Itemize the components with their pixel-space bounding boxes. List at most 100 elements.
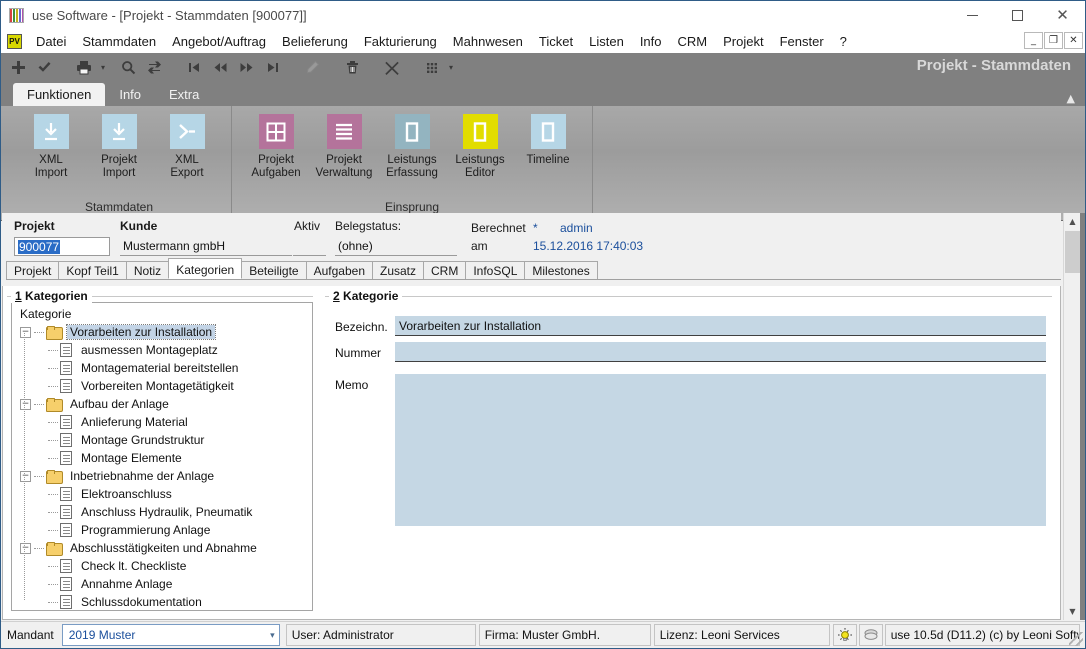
ribbon-button-timeline[interactable]: Timeline xyxy=(514,112,582,200)
delete-button[interactable] xyxy=(340,56,364,79)
ribbon-button-leistungs-editor[interactable]: Leistungs Editor xyxy=(446,112,514,200)
grid-dropdown[interactable]: ▾ xyxy=(445,56,457,79)
tree-item-node[interactable]: Anlieferung Material xyxy=(14,413,310,431)
ribbon-tab-info[interactable]: Info xyxy=(105,83,155,106)
disk-stack-icon[interactable] xyxy=(858,624,883,646)
memo-input[interactable] xyxy=(395,374,1046,526)
tree-folder-node[interactable]: − Inbetriebnahme der Anlage xyxy=(14,467,310,485)
aktiv-input[interactable] xyxy=(293,237,326,256)
menu-item-projekt[interactable]: Projekt xyxy=(715,32,771,51)
last-record-button[interactable] xyxy=(260,56,284,79)
menu-item-fakturierung[interactable]: Fakturierung xyxy=(356,32,445,51)
menu-item-info[interactable]: Info xyxy=(632,32,670,51)
grid-view-button[interactable] xyxy=(420,56,444,79)
print-button[interactable] xyxy=(72,56,96,79)
menu-item-stammdaten[interactable]: Stammdaten xyxy=(74,32,164,51)
tree-item-node[interactable]: ausmessen Montageplatz xyxy=(14,341,310,359)
tree-node-label: Programmierung Anlage xyxy=(81,523,211,537)
belegstatus-input[interactable]: (ohne) xyxy=(335,237,457,256)
tab-notiz[interactable]: Notiz xyxy=(125,261,170,279)
scrollbar-thumb[interactable] xyxy=(1065,231,1080,273)
tab-kategorien[interactable]: Kategorien xyxy=(168,258,243,279)
document-icon xyxy=(60,451,72,465)
cancel-button[interactable] xyxy=(380,56,404,79)
collapse-icon[interactable]: − xyxy=(20,326,31,338)
ribbon-button-projekt-verwaltung[interactable]: Projekt Verwaltung xyxy=(310,112,378,200)
menu-item-mahnwesen[interactable]: Mahnwesen xyxy=(445,32,531,51)
ribbon-button-projekt-import[interactable]: Projekt Import xyxy=(85,112,153,200)
tree-item-node[interactable]: Schlussdokumentation xyxy=(14,593,310,610)
tree-folder-node[interactable]: − Aufbau der Anlage xyxy=(14,395,310,413)
bezeichn-input[interactable]: Vorarbeiten zur Installation xyxy=(395,316,1046,336)
menu-item-ticket[interactable]: Ticket xyxy=(531,32,581,51)
mdi-minimize-button[interactable]: _ xyxy=(1024,32,1043,49)
scroll-up-icon[interactable]: ▲ xyxy=(1064,213,1081,230)
tree-item-node[interactable]: Annahme Anlage xyxy=(14,575,310,593)
tree-item-node[interactable]: Montage Grundstruktur xyxy=(14,431,310,449)
confirm-button[interactable] xyxy=(32,56,56,79)
menu-item-help[interactable]: ? xyxy=(832,32,855,51)
menu-item-fenster[interactable]: Fenster xyxy=(772,32,832,51)
mdi-restore-button[interactable]: ❐ xyxy=(1044,32,1063,49)
window-close-button[interactable]: ✕ xyxy=(1040,1,1085,30)
search-button[interactable] xyxy=(116,56,140,79)
previous-record-button[interactable] xyxy=(208,56,232,79)
tree-item-node[interactable]: Vorbereiten Montagetätigkeit xyxy=(14,377,310,395)
lightbulb-icon[interactable] xyxy=(832,624,857,646)
tab-milestones[interactable]: Milestones xyxy=(524,261,598,279)
window-maximize-button[interactable] xyxy=(995,1,1040,30)
berechnet-user: admin xyxy=(560,221,593,235)
form-vertical-scrollbar[interactable]: ▲ ▼ xyxy=(1063,213,1080,620)
grid-tiles-icon xyxy=(258,114,294,149)
resize-grip[interactable] xyxy=(1069,632,1083,646)
ribbon-button-xml-import[interactable]: XML Import xyxy=(17,112,85,200)
menu-item-crm[interactable]: CRM xyxy=(670,32,716,51)
menu-item-datei[interactable]: Datei xyxy=(28,32,74,51)
collapse-icon[interactable]: − xyxy=(20,542,31,554)
tab-zusatz[interactable]: Zusatz xyxy=(372,261,425,279)
chevron-up-icon[interactable]: ▲ xyxy=(1067,92,1075,105)
menu-item-belieferung[interactable]: Belieferung xyxy=(274,32,356,51)
nummer-input[interactable] xyxy=(395,342,1046,362)
mandant-select[interactable]: 2019 Muster ▾ xyxy=(61,624,280,647)
ribbon-button-leistungs-erfassung[interactable]: Leistungs Erfassung xyxy=(378,112,446,200)
tab-crm[interactable]: CRM xyxy=(423,261,467,279)
menu-item-listen[interactable]: Listen xyxy=(581,32,632,51)
collapse-icon[interactable]: − xyxy=(20,470,31,482)
new-record-button[interactable] xyxy=(6,56,30,79)
tab-beteiligte[interactable]: Beteiligte xyxy=(241,261,307,279)
menu-item-angebot-auftrag[interactable]: Angebot/Auftrag xyxy=(164,32,274,51)
tree-folder-node[interactable]: − Vorarbeiten zur Installation xyxy=(14,323,310,341)
tab-infosql[interactable]: InfoSQL xyxy=(465,261,526,279)
ribbon-button-projekt-aufgaben[interactable]: Projekt Aufgaben xyxy=(242,112,310,200)
tab-projekt[interactable]: Projekt xyxy=(6,261,60,279)
chevron-down-icon[interactable]: ▾ xyxy=(270,625,275,647)
ribbon-tab-funktionen[interactable]: Funktionen xyxy=(13,83,106,106)
refresh-button[interactable] xyxy=(142,56,166,79)
window-minimize-button[interactable] xyxy=(950,1,995,30)
scrollbar-track[interactable] xyxy=(1064,230,1080,603)
tree-item-node[interactable]: Check lt. Checkliste xyxy=(14,557,310,575)
tree-item-node[interactable]: Montagematerial bereitstellen xyxy=(14,359,310,377)
projekt-input[interactable]: 900077 xyxy=(14,237,110,256)
kunde-input[interactable]: Mustermann gmbH xyxy=(120,237,292,256)
category-tree[interactable]: Kategorie − Vorarbeiten zur Installation a… xyxy=(11,302,313,611)
mdi-close-button[interactable]: ✕ xyxy=(1064,32,1083,49)
first-record-button[interactable] xyxy=(182,56,206,79)
tree-item-node[interactable]: Montage Elemente xyxy=(14,449,310,467)
print-dropdown[interactable]: ▾ xyxy=(97,56,109,79)
edit-button[interactable] xyxy=(300,56,324,79)
tab-aufgaben[interactable]: Aufgaben xyxy=(305,261,373,279)
next-record-button[interactable] xyxy=(234,56,258,79)
tree-item-node[interactable]: Programmierung Anlage xyxy=(14,521,310,539)
tree-item-node[interactable]: Anschluss Hydraulik, Pneumatik xyxy=(14,503,310,521)
ribbon-tab-extra[interactable]: Extra xyxy=(155,83,213,106)
scroll-down-icon[interactable]: ▼ xyxy=(1064,603,1081,620)
statusbar: Mandant 2019 Muster ▾ User: Administrato… xyxy=(1,621,1085,648)
tree-folder-node[interactable]: − Abschlusstätigkeiten und Abnahme xyxy=(14,539,310,557)
tree-item-node[interactable]: Elektroanschluss xyxy=(14,485,310,503)
collapse-icon[interactable]: − xyxy=(20,398,31,410)
ribbon: XML Import Projekt Import XML Export Sta… xyxy=(1,106,1085,221)
tab-kopf-teil1[interactable]: Kopf Teil1 xyxy=(58,261,127,279)
ribbon-button-xml-export[interactable]: XML Export xyxy=(153,112,221,200)
